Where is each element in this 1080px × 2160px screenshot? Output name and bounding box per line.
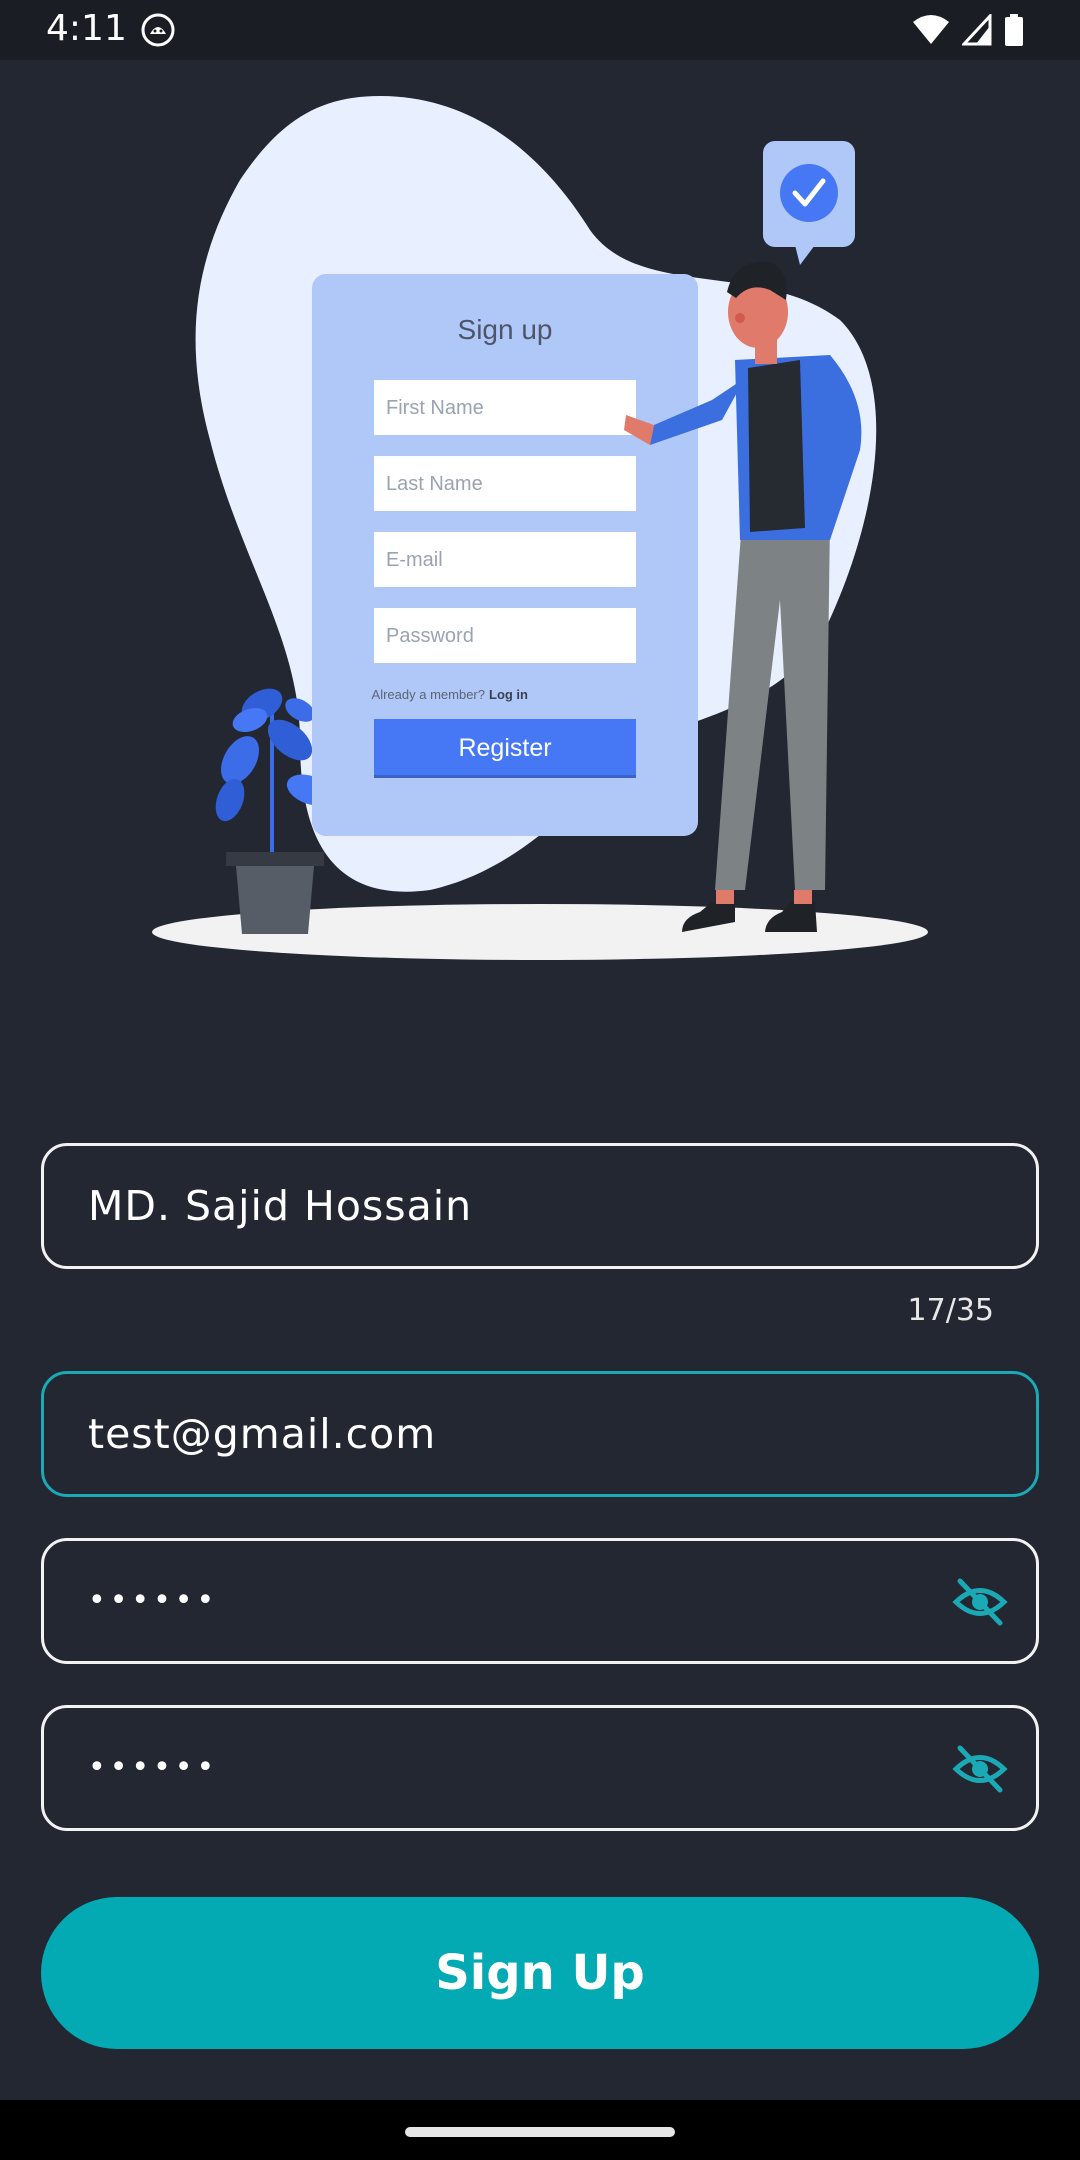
- check-bubble: [763, 141, 855, 265]
- password-field[interactable]: ••••••: [41, 1538, 1039, 1664]
- eye-off-icon[interactable]: [952, 1577, 1008, 1627]
- confirm-password-field[interactable]: ••••••: [41, 1705, 1039, 1831]
- home-gesture-handle[interactable]: [405, 2127, 675, 2137]
- name-character-counter: 17/35: [907, 1293, 994, 1328]
- confirm-password-value: ••••••: [88, 1750, 219, 1785]
- illustration-register-button: Register: [458, 734, 551, 762]
- full-name-field[interactable]: MD. Sajid Hossain: [41, 1143, 1039, 1269]
- illustration-login-link: Log in: [489, 687, 528, 702]
- illustration-member-text: Already a member?: [372, 687, 485, 702]
- signup-illustration: Sign up First Name Last Name E-mail Pass…: [152, 96, 928, 960]
- wifi-icon: [913, 15, 949, 44]
- illustration-last-name: Last Name: [386, 473, 483, 495]
- full-name-value: MD. Sajid Hossain: [88, 1182, 473, 1230]
- signal-icon: [962, 14, 992, 46]
- battery-icon: [1005, 14, 1023, 46]
- password-value: ••••••: [88, 1583, 219, 1618]
- illustration-password: Password: [386, 625, 474, 647]
- illustration-first-name: First Name: [386, 397, 484, 419]
- cat-app-icon: [141, 13, 175, 47]
- illustration-card-title: Sign up: [458, 314, 553, 345]
- illustration-email: E-mail: [386, 549, 443, 571]
- sign-up-button[interactable]: Sign Up: [41, 1897, 1039, 2049]
- email-field[interactable]: test@gmail.com: [41, 1371, 1039, 1497]
- eye-off-icon[interactable]: [952, 1744, 1008, 1794]
- email-value: test@gmail.com: [88, 1410, 437, 1458]
- status-icons: [912, 12, 1024, 48]
- status-bar: 4:11: [0, 0, 1080, 60]
- status-time: 4:11: [46, 8, 127, 49]
